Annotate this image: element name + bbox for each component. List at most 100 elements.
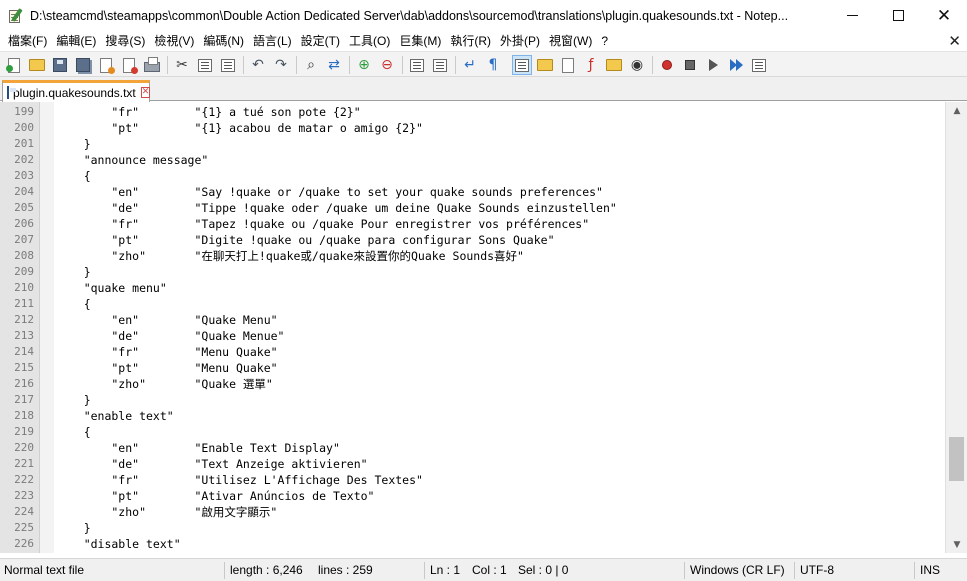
code-line[interactable]: 225 }: [0, 520, 945, 536]
status-insert-mode[interactable]: INS: [920, 559, 940, 581]
save-all-button[interactable]: [73, 55, 93, 75]
print-button[interactable]: [142, 55, 162, 75]
code-text: {: [56, 425, 91, 439]
code-line[interactable]: 219 {: [0, 424, 945, 440]
code-line[interactable]: 207 "pt" "Digite !quake ou /quake para c…: [0, 232, 945, 248]
code-line[interactable]: 209 }: [0, 264, 945, 280]
code-line[interactable]: 208 "zho" "在聊天打上!quake或/quake來設置你的Quake …: [0, 248, 945, 264]
maximize-button[interactable]: [875, 0, 921, 31]
sync-vertical-button[interactable]: [407, 55, 427, 75]
line-number: 224: [14, 505, 34, 518]
code-line[interactable]: 216 "zho" "Quake 選單": [0, 376, 945, 392]
open-file-button[interactable]: [27, 55, 47, 75]
code-line[interactable]: 224 "zho" "啟用文字顯示": [0, 504, 945, 520]
menu-run[interactable]: 執行(R): [445, 31, 495, 51]
document-map-icon: [562, 57, 574, 73]
code-line[interactable]: 200 "pt" "{1} acabou de matar o amigo {2…: [0, 120, 945, 136]
close-window-button[interactable]: ✕: [921, 0, 967, 31]
menu-help[interactable]: ?: [596, 31, 612, 51]
code-line[interactable]: 221 "de" "Text Anzeige aktivieren": [0, 456, 945, 472]
close-document-button[interactable]: ✕: [948, 31, 961, 51]
code-text: "en" "Quake Menu": [56, 313, 278, 327]
menu-tools[interactable]: 工具(O): [344, 31, 394, 51]
vertical-scrollbar[interactable]: ▲ ▼: [945, 102, 967, 553]
record-macro-button[interactable]: [657, 55, 677, 75]
show-all-characters-icon: ¶: [488, 57, 498, 73]
code-line[interactable]: 206 "fr" "Tapez !quake ou /quake Pour en…: [0, 216, 945, 232]
code-line[interactable]: 204 "en" "Say !quake or /quake to set yo…: [0, 184, 945, 200]
menu-window[interactable]: 視窗(W): [544, 31, 596, 51]
print-icon: [144, 57, 160, 72]
editor-area[interactable]: 199 "fr" "{1} a tué son pote {2}" 200 "pt…: [0, 102, 967, 553]
code-line[interactable]: 212 "en" "Quake Menu": [0, 312, 945, 328]
code-line[interactable]: 218 "enable text": [0, 408, 945, 424]
playback-macro-button[interactable]: [703, 55, 723, 75]
redo-button[interactable]: ↷: [271, 55, 291, 75]
code-line[interactable]: 215 "pt" "Menu Quake": [0, 360, 945, 376]
paste-button[interactable]: [218, 55, 238, 75]
menu-view[interactable]: 檢視(V): [149, 31, 198, 51]
code-line[interactable]: 217 }: [0, 392, 945, 408]
save-button[interactable]: [50, 55, 70, 75]
toolbar-separator: [243, 56, 244, 74]
folder-as-workspace-button[interactable]: [604, 55, 624, 75]
undo-button[interactable]: ↶: [248, 55, 268, 75]
close-icon: ✕: [936, 5, 952, 26]
code-line[interactable]: 223 "pt" "Ativar Anúncios de Texto": [0, 488, 945, 504]
code-line[interactable]: 205 "de" "Tippe !quake oder /quake um de…: [0, 200, 945, 216]
menu-macro[interactable]: 巨集(M): [394, 31, 445, 51]
code-line[interactable]: 210 "quake menu": [0, 280, 945, 296]
line-number: 217: [14, 393, 34, 406]
code-line[interactable]: 220 "en" "Enable Text Display": [0, 440, 945, 456]
code-text: "fr" "Utilisez L'Affichage Des Textes": [56, 473, 423, 487]
word-wrap-button[interactable]: ↵: [460, 55, 480, 75]
code-line[interactable]: 213 "de" "Quake Menue": [0, 328, 945, 344]
scroll-up-icon[interactable]: ▲: [946, 102, 967, 119]
replace-button[interactable]: ⇄: [324, 55, 344, 75]
find-button[interactable]: ⌕: [301, 55, 321, 75]
indent-guide-button[interactable]: [512, 55, 532, 75]
status-eol[interactable]: Windows (CR LF): [690, 559, 785, 581]
sync-horizontal-button[interactable]: [430, 55, 450, 75]
zoom-in-button[interactable]: ⊕: [354, 55, 374, 75]
tab-label: plugin.quakesounds.txt: [13, 85, 136, 100]
code-line[interactable]: 199 "fr" "{1} a tué son pote {2}": [0, 104, 945, 120]
copy-button[interactable]: [195, 55, 215, 75]
code-line[interactable]: 202 "announce message": [0, 152, 945, 168]
menu-plugins[interactable]: 外掛(P): [495, 31, 544, 51]
run-macro-multiple-button[interactable]: [726, 55, 746, 75]
code-line[interactable]: 222 "fr" "Utilisez L'Affichage Des Texte…: [0, 472, 945, 488]
monitoring-button[interactable]: ◉: [627, 55, 647, 75]
line-number: 206: [14, 217, 34, 230]
menu-edit[interactable]: 編輯(E): [51, 31, 100, 51]
code-line[interactable]: 226 "disable text": [0, 536, 945, 552]
menu-settings[interactable]: 設定(T): [296, 31, 344, 51]
code-line[interactable]: 214 "fr" "Menu Quake": [0, 344, 945, 360]
code-line[interactable]: 211 {: [0, 296, 945, 312]
new-file-button[interactable]: [4, 55, 24, 75]
minimize-button[interactable]: [829, 0, 875, 31]
show-all-characters-button[interactable]: ¶: [483, 55, 503, 75]
scroll-down-icon[interactable]: ▼: [946, 536, 967, 553]
menu-encoding[interactable]: 編碼(N): [198, 31, 248, 51]
document-map-button[interactable]: [558, 55, 578, 75]
tab-close-icon[interactable]: ✕: [140, 87, 151, 98]
menu-search[interactable]: 搜尋(S): [100, 31, 149, 51]
status-encoding[interactable]: UTF-8: [800, 559, 834, 581]
cut-button[interactable]: ✂: [172, 55, 192, 75]
stop-recording-button[interactable]: [680, 55, 700, 75]
status-bar: Normal text file length : 6,246 lines : …: [0, 558, 967, 581]
menu-language[interactable]: 語言(L): [248, 31, 296, 51]
menu-file[interactable]: 檔案(F): [0, 31, 51, 51]
save-macro-button[interactable]: [749, 55, 769, 75]
zoom-out-button[interactable]: ⊖: [377, 55, 397, 75]
code-line[interactable]: 203 {: [0, 168, 945, 184]
close-all-button[interactable]: [119, 55, 139, 75]
status-divider: [684, 562, 685, 579]
tab-plugin-quakesounds[interactable]: plugin.quakesounds.txt ✕: [2, 80, 151, 102]
scrollbar-thumb[interactable]: [949, 437, 964, 481]
user-defined-language-button[interactable]: [535, 55, 555, 75]
close-button[interactable]: [96, 55, 116, 75]
code-line[interactable]: 201 }: [0, 136, 945, 152]
function-list-button[interactable]: ƒ: [581, 55, 601, 75]
